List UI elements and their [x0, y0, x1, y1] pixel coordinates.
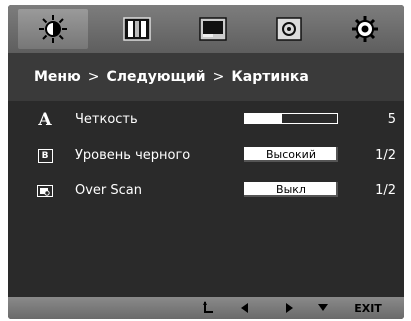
picture-icon	[199, 17, 227, 41]
audio-icon	[276, 17, 302, 41]
setting-row-sharpness[interactable]: A Четкость 5	[8, 107, 404, 133]
tab-settings[interactable]	[330, 9, 400, 49]
tab-color[interactable]	[102, 9, 172, 49]
black-level-label: Уровень черного	[75, 148, 191, 163]
tab-picture-brightness[interactable]	[18, 9, 88, 49]
sharpness-value: 5	[387, 112, 396, 127]
down-arrow-icon[interactable]	[312, 297, 334, 319]
setting-row-overscan[interactable]: Over Scan Выкл 1/2	[8, 178, 404, 204]
breadcrumb-separator: >	[87, 69, 100, 85]
breadcrumb-next: Следующий	[106, 69, 206, 85]
setting-row-black-level[interactable]: B Уровень черного Высокий 1/2	[8, 143, 404, 169]
sharpness-slider[interactable]	[244, 113, 338, 124]
overscan-label: Over Scan	[75, 183, 143, 198]
osd-menu: Меню > Следующий > Картинка A Четкость 5…	[8, 5, 404, 319]
sharpness-label: Четкость	[75, 112, 138, 127]
overscan-dropdown[interactable]: Выкл	[244, 182, 338, 197]
black-level-icon: B	[36, 147, 54, 165]
breadcrumb-picture: Картинка	[231, 69, 309, 85]
breadcrumb: Меню > Следующий > Картинка	[8, 53, 404, 101]
breadcrumb-menu: Меню	[34, 69, 81, 85]
enter-icon[interactable]	[198, 297, 220, 319]
settings-gear-icon	[352, 16, 378, 42]
sharpness-icon: A	[38, 110, 52, 130]
black-level-dropdown[interactable]: Высокий	[244, 147, 338, 162]
black-level-page: 1/2	[375, 148, 396, 163]
brightness-icon	[39, 15, 67, 43]
breadcrumb-separator: >	[212, 69, 225, 85]
sharpness-slider-fill	[245, 114, 282, 123]
left-arrow-icon[interactable]	[234, 297, 256, 319]
tab-display[interactable]	[178, 9, 248, 49]
right-arrow-icon[interactable]	[278, 297, 300, 319]
button-guide-bar: EXIT	[8, 297, 404, 319]
color-bars-icon	[123, 17, 151, 41]
tab-audio[interactable]	[254, 9, 324, 49]
tab-bar	[8, 5, 404, 53]
exit-button[interactable]: EXIT	[348, 297, 388, 319]
overscan-page: 1/2	[375, 183, 396, 198]
overscan-icon	[36, 182, 54, 200]
